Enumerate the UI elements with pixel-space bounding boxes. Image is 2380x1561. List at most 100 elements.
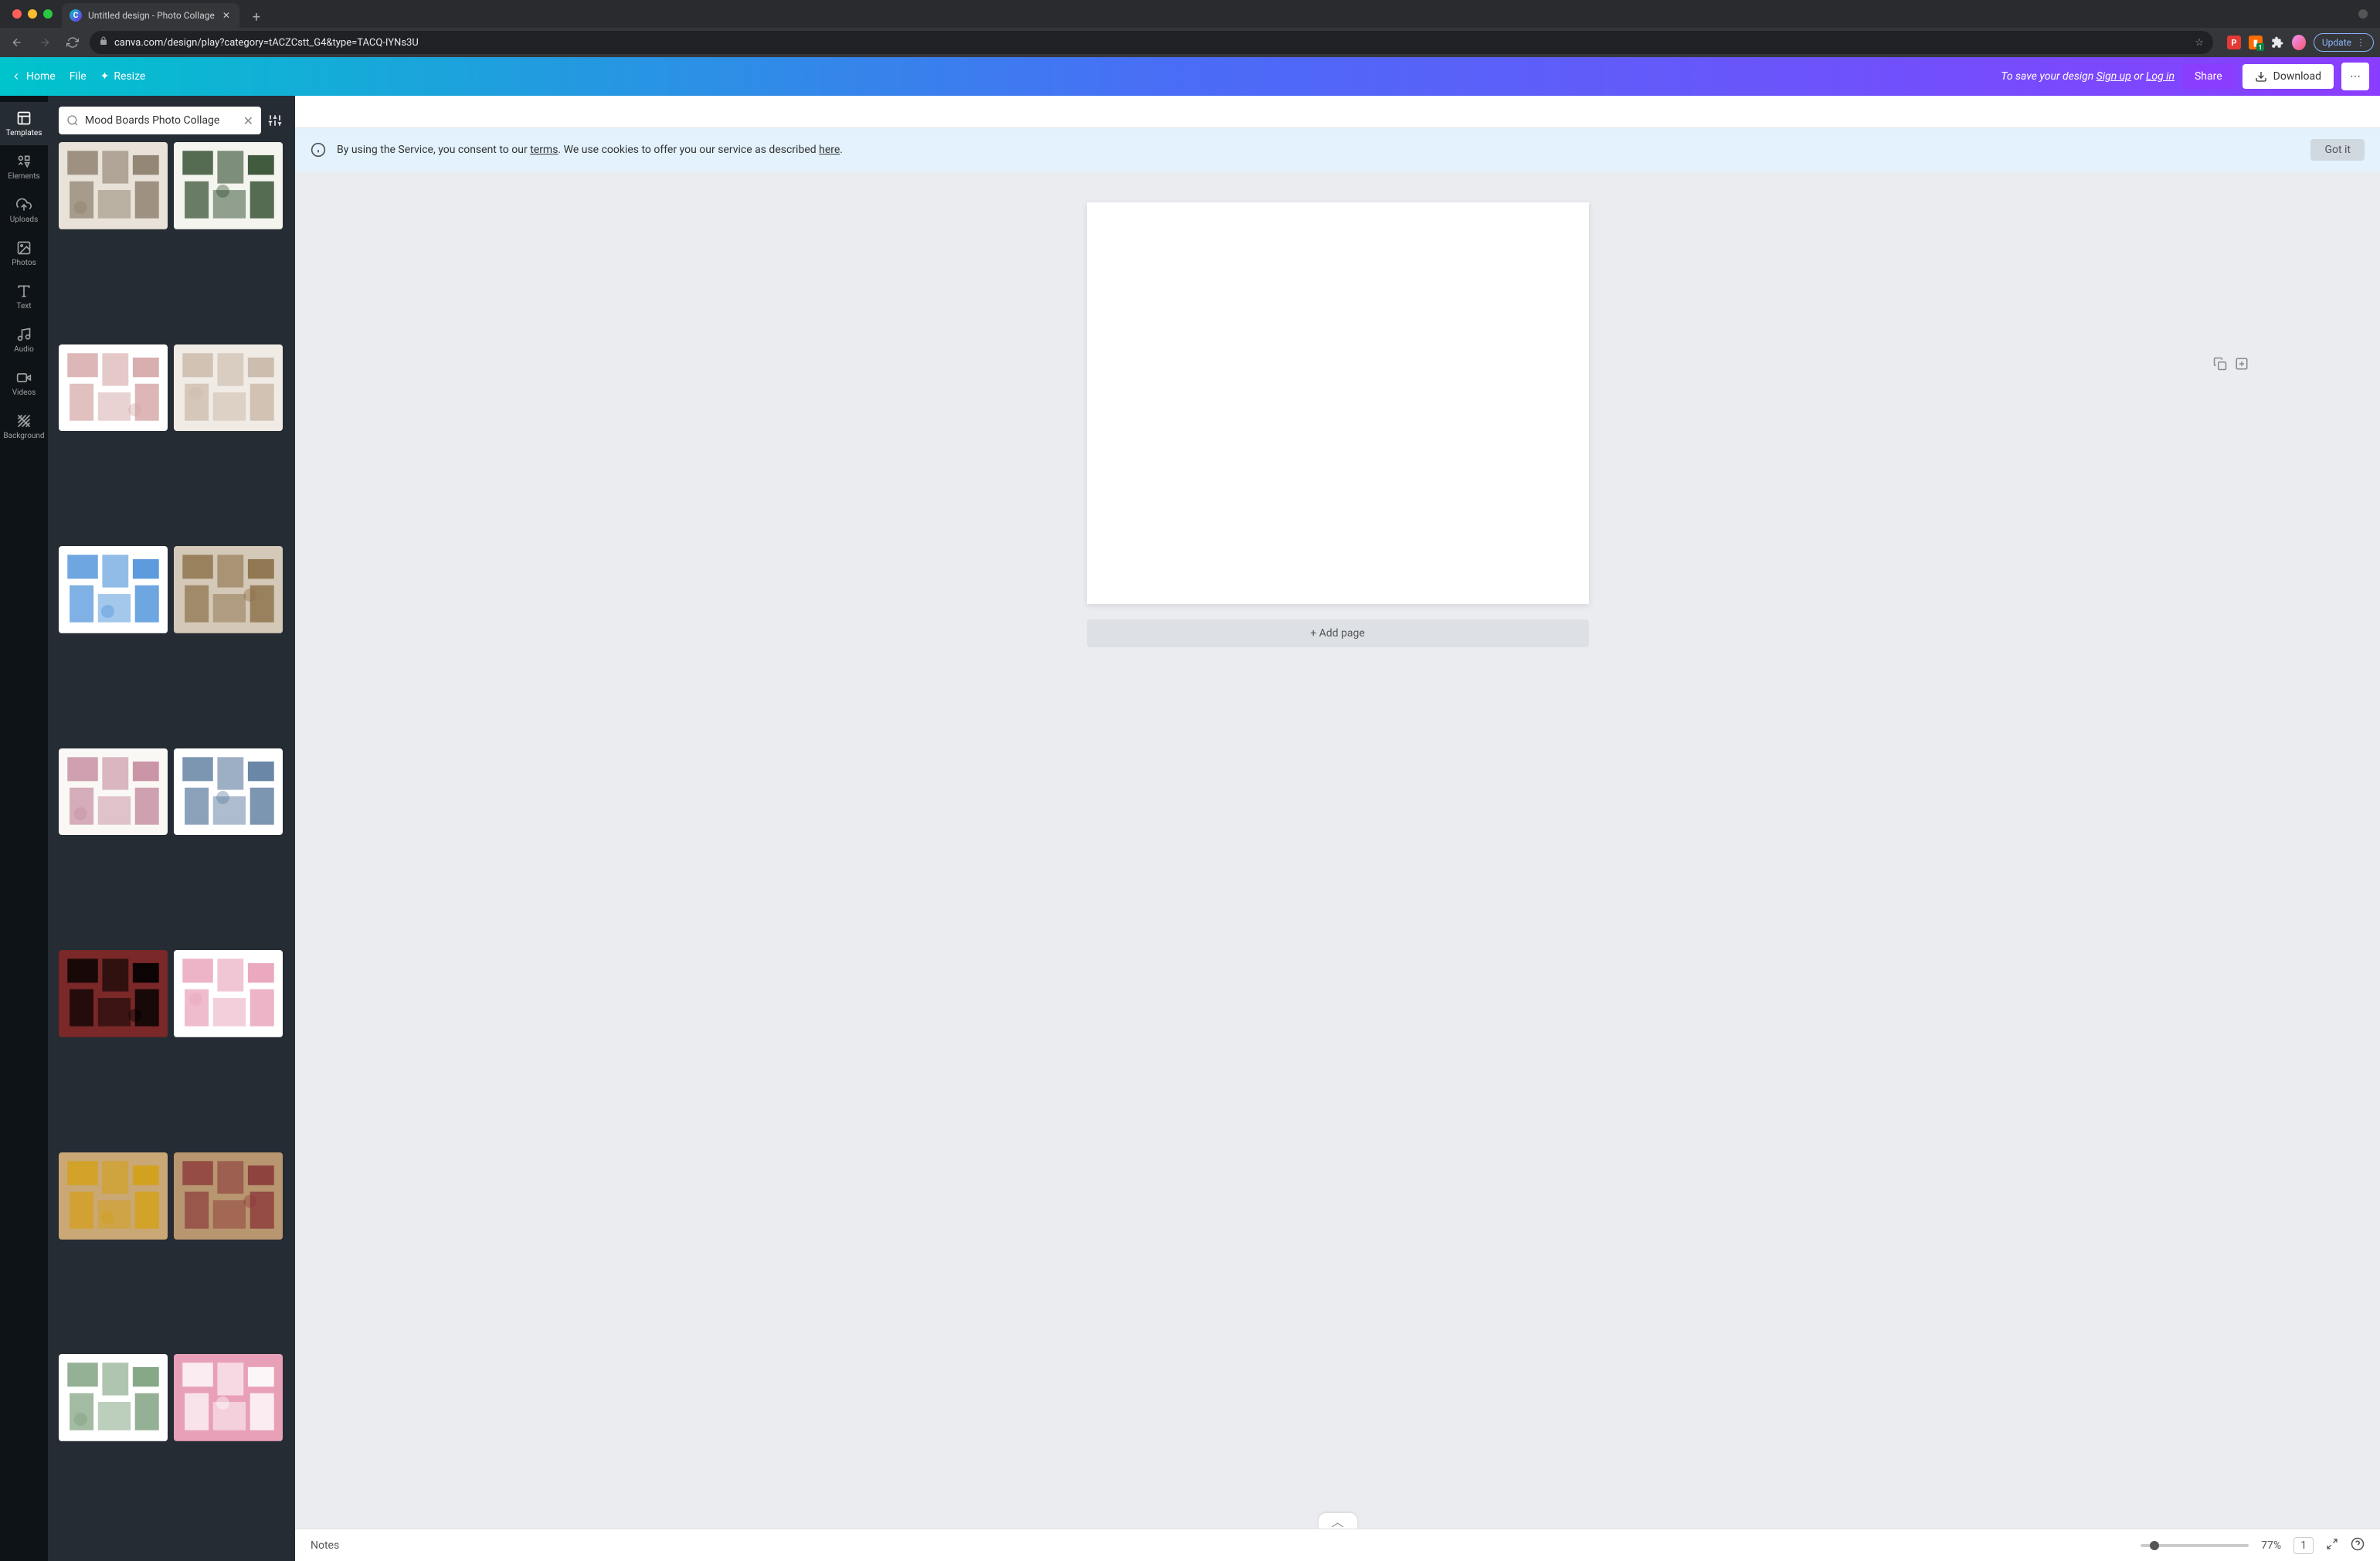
nav-photos-label: Photos [12,259,36,267]
search-icon [66,114,79,127]
photos-icon [16,240,32,256]
window-maximize-button[interactable] [43,9,53,19]
nav-audio[interactable]: Audio [0,318,48,361]
templates-icon [16,110,32,126]
template-card[interactable] [59,142,168,229]
browser-back-button[interactable] [6,32,28,53]
page-actions [2213,357,2249,374]
cookie-dismiss-button[interactable]: Got it [2310,139,2365,161]
sliders-icon [268,114,282,127]
audio-icon [16,327,32,342]
nav-uploads[interactable]: Uploads [0,188,48,232]
template-card[interactable] [174,142,283,229]
login-link[interactable]: Log in [2146,70,2175,83]
page-count-badge[interactable]: 1 [2293,1537,2314,1554]
home-button[interactable]: Home [11,70,56,83]
template-card[interactable] [174,748,283,836]
template-card[interactable] [59,748,168,836]
nav-audio-label: Audio [14,345,34,354]
share-button[interactable]: Share [2182,64,2235,89]
canvas-area: By using the Service, you consent to our… [295,96,2380,1561]
browser-forward-button[interactable] [34,32,56,53]
uploads-icon [16,197,32,212]
template-card[interactable] [174,1152,283,1240]
template-card[interactable] [174,344,283,432]
tab-title: Untitled design - Photo Collage [88,10,215,21]
template-card[interactable] [59,1354,168,1441]
browser-tab[interactable]: C Untitled design - Photo Collage ✕ [62,3,239,28]
bookmark-star-icon[interactable]: ☆ [2195,37,2204,49]
search-input[interactable] [85,114,237,127]
template-grid [59,142,284,1550]
nav-photos[interactable]: Photos [0,232,48,275]
template-card[interactable] [174,950,283,1037]
new-tab-button[interactable]: + [246,6,267,28]
browser-update-button[interactable]: Update ⋮ [2314,33,2374,52]
nav-background[interactable]: Background [0,405,48,448]
side-nav-rail: Templates Elements Uploads Photos Text [0,96,48,1561]
nav-text[interactable]: Text [0,275,48,318]
download-label: Download [2273,70,2321,83]
profile-indicator-icon[interactable] [2358,9,2368,19]
magic-icon: ✦ [100,70,110,83]
address-bar[interactable]: canva.com/design/play?category=tACZCstt_… [90,31,2213,54]
expand-icon [2326,1538,2338,1550]
resize-button[interactable]: ✦ Resize [100,70,146,83]
page-strip-toggle[interactable]: ︿ [1319,1513,1357,1529]
nav-videos[interactable]: Videos [0,361,48,405]
header-right: To save your design Sign up or Log in Sh… [2001,63,2369,90]
canvas-page[interactable] [1087,202,1589,604]
window-close-button[interactable] [12,9,22,19]
profile-avatar-icon[interactable] [2292,36,2306,49]
zoom-value[interactable]: 77% [2261,1539,2281,1552]
ellipsis-icon: ⋯ [2350,70,2361,83]
fullscreen-button[interactable] [2326,1538,2338,1553]
tabs-area: C Untitled design - Photo Collage ✕ + [62,0,2358,28]
template-card[interactable] [59,344,168,432]
add-page-icon[interactable] [2235,357,2249,374]
notes-button[interactable]: Notes [311,1539,339,1552]
lock-icon [99,36,108,49]
search-clear-button[interactable]: ✕ [243,114,253,128]
pinterest-extension-icon[interactable]: P [2227,36,2241,49]
background-icon [16,413,32,429]
nav-elements[interactable]: Elements [0,145,48,188]
canvas-scroll[interactable]: + Add page ︿ [295,171,2380,1529]
here-link[interactable]: here [819,144,840,156]
nav-templates[interactable]: Templates [0,102,48,145]
browser-tab-strip: C Untitled design - Photo Collage ✕ + [0,0,2380,28]
main-content: Templates Elements Uploads Photos Text [0,96,2380,1561]
duplicate-page-icon[interactable] [2213,357,2227,374]
videos-icon [16,370,32,385]
template-card[interactable] [59,1152,168,1240]
signup-link[interactable]: Sign up [2097,70,2131,83]
window-minimize-button[interactable] [28,9,37,19]
download-button[interactable]: Download [2242,64,2334,89]
header-left: Home File ✦ Resize [11,70,145,83]
file-label: File [70,70,87,83]
add-page-button[interactable]: + Add page [1087,619,1589,647]
search-filter-button[interactable] [266,114,284,127]
search-field-wrapper: ✕ [59,107,261,134]
tab-close-button[interactable]: ✕ [221,10,232,21]
extension-icon[interactable]: ▮1 [2249,36,2263,49]
help-button[interactable] [2351,1537,2365,1554]
template-card[interactable] [59,546,168,633]
nav-elements-label: Elements [8,172,39,181]
template-card[interactable] [59,950,168,1037]
template-card[interactable] [174,546,283,633]
template-card[interactable] [174,1354,283,1441]
elements-icon [16,154,32,169]
more-menu-button[interactable]: ⋯ [2341,63,2369,90]
nav-videos-label: Videos [12,389,36,397]
zoom-slider[interactable] [2141,1544,2249,1547]
footer-right: 77% 1 [2141,1537,2365,1554]
nav-uploads-label: Uploads [10,215,38,224]
share-label: Share [2195,70,2222,83]
file-menu[interactable]: File [70,70,87,83]
browser-reload-button[interactable] [62,32,83,53]
terms-link[interactable]: terms [530,144,558,156]
app-header: Home File ✦ Resize To save your design S… [0,57,2380,96]
zoom-thumb[interactable] [2150,1541,2159,1550]
extensions-puzzle-icon[interactable] [2270,36,2284,49]
